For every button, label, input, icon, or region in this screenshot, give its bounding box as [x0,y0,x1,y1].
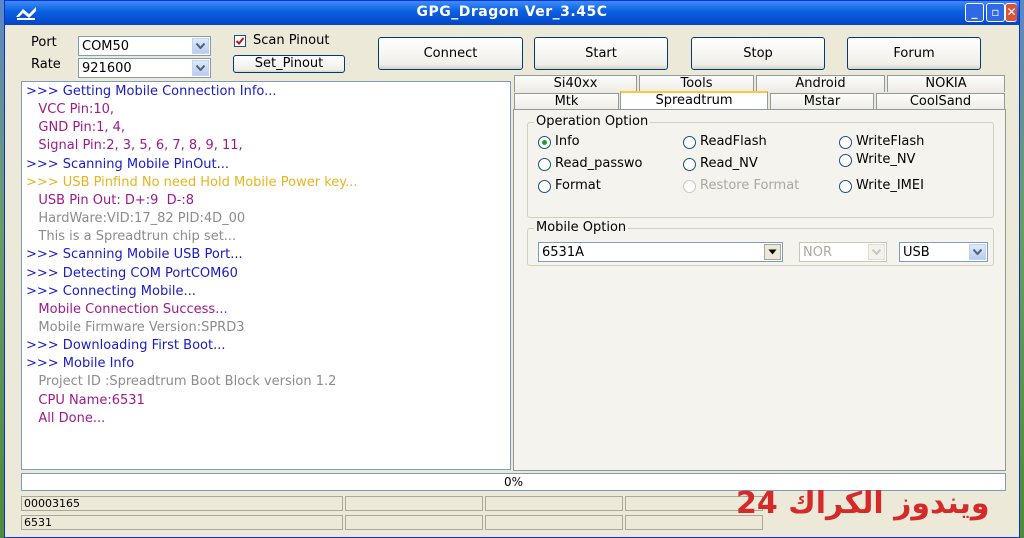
spreadtrum-tab-panel: Operation Option Info ReadFlash WriteFlash… [513,109,1006,471]
status-chip: 6531 [21,515,343,530]
log-line: >>> Detecting COM PortCOM60 [26,265,238,281]
tab-nokia[interactable]: NOKIA [887,75,1005,92]
close-button[interactable]: ✕ [1005,3,1017,22]
status-cell [485,496,623,511]
title-bar[interactable]: GPG_Dragon Ver_3.45C _ ▫ ✕ [5,1,1019,25]
chevron-down-icon[interactable] [868,244,885,260]
status-counter: 00003165 [21,496,343,511]
port-value: COM50 [82,39,130,54]
chevron-down-icon[interactable] [192,38,209,54]
radio-format[interactable] [538,180,551,193]
radio-label-read-passwo[interactable]: Read_passwo [555,156,643,171]
status-cell [485,515,623,530]
connect-button[interactable]: Connect [378,37,523,70]
log-line: Signal Pin:2, 3, 5, 6, 7, 8, 9, 11, [26,138,243,154]
port-label: Port [31,35,57,50]
log-line: GND Pin:1, 4, [26,120,126,136]
stop-button[interactable]: Stop [691,37,825,70]
window-title: GPG_Dragon Ver_3.45C [416,4,608,20]
rate-select[interactable]: 921600 [78,58,211,78]
interface-select[interactable]: USB [899,242,988,262]
rate-label: Rate [31,57,61,72]
mobile-model-value: 6531A [542,245,584,260]
status-cell [345,515,483,530]
log-line: >>> Downloading First Boot... [26,338,226,354]
radio-label-readflash[interactable]: ReadFlash [700,134,767,149]
operation-option-title: Operation Option [534,114,651,129]
radio-restore-format [683,180,696,193]
radio-label-info[interactable]: Info [555,134,580,149]
log-line: This is a Spreadtrun chip set... [26,229,237,245]
rate-value: 921600 [82,61,132,76]
chevron-down-icon[interactable] [764,244,781,260]
tab-coolsand[interactable]: CoolSand [876,93,1005,110]
radio-write-imei[interactable] [839,180,852,193]
interface-value: USB [903,245,930,260]
radio-readflash[interactable] [683,136,696,149]
log-line: VCC Pin:10, [26,102,115,118]
log-line: Mobile Firmware Version:SPRD3 [26,319,245,335]
log-line: HardWare:VID:17_82 PID:4D_00 [26,211,246,227]
watermark: 24 ويندوز الكراك [736,486,990,521]
status-cell [345,496,483,511]
tab-tools[interactable]: Tools [639,75,754,92]
chevron-down-icon[interactable] [192,60,209,76]
log-line: >>> Scanning Mobile USB Port... [26,247,243,263]
radio-label-format[interactable]: Format [555,178,601,193]
log-line: >>> Mobile Info [26,356,135,372]
tab-mstar[interactable]: Mstar [770,93,874,110]
log-line: >>> USB Pinfind No need Hold Mobile Powe… [26,174,358,190]
radio-read-passwo[interactable] [538,158,551,171]
progress-text: 0% [503,475,524,489]
main-window: GPG_Dragon Ver_3.45C _ ▫ ✕ Port COM50 Ra… [4,0,1020,538]
port-select[interactable]: COM50 [78,36,211,56]
log-line: CPU Name:6531 [26,392,145,408]
set-pinout-button[interactable]: Set_Pinout [233,55,345,73]
tab-si40xx[interactable]: Si40xx [514,75,637,92]
radio-label-read-nv[interactable]: Read_NV [700,156,758,171]
radio-write-nv[interactable] [839,154,852,167]
radio-writeflash[interactable] [839,136,852,149]
scan-pinout-checkbox[interactable] [234,35,246,47]
log-line: Project ID :Spreadtrum Boot Block versio… [26,374,337,390]
radio-label-write-nv[interactable]: Write_NV [856,152,915,167]
operation-option-group: Operation Option Info ReadFlash WriteFlash… [527,114,994,218]
tab-spreadtrum[interactable]: Spreadtrum [620,91,768,110]
chevron-down-icon[interactable] [969,244,986,260]
mobile-option-title: Mobile Option [534,220,629,235]
start-button[interactable]: Start [534,37,668,70]
flash-type-value: NOR [803,245,832,260]
flash-type-select[interactable]: NOR [799,242,887,262]
radio-label-writeflash[interactable]: WriteFlash [856,134,924,149]
log-line: USB Pin Out: D+:9 D-:8 [26,192,195,208]
log-line: >>> Scanning Mobile PinOut... [26,156,230,172]
forum-button[interactable]: Forum [847,37,981,70]
log-line: >>> Getting Mobile Connection Info... [26,84,277,99]
radio-read-nv[interactable] [683,158,696,171]
radio-label-write-imei[interactable]: Write_IMEI [856,178,924,193]
tab-android[interactable]: Android [756,75,885,92]
tab-mtk[interactable]: Mtk [514,93,619,110]
scan-pinout-label: Scan Pinout [253,33,330,48]
log-line: All Done... [26,410,106,426]
mobile-model-select[interactable]: 6531A [538,242,783,262]
log-panel[interactable]: >>> Getting Mobile Connection Info... VC… [21,81,511,470]
radio-info[interactable] [538,136,551,149]
minimize-button[interactable]: _ [965,3,984,22]
mobile-option-group: Mobile Option 6531A NOR USB [527,220,994,266]
check-icon [235,37,245,45]
radio-label-restore-format: Restore Format [700,178,800,193]
maximize-button[interactable]: ▫ [986,3,1005,22]
log-line: >>> Connecting Mobile... [26,283,196,299]
log-line: Mobile Connection Success... [26,301,228,317]
